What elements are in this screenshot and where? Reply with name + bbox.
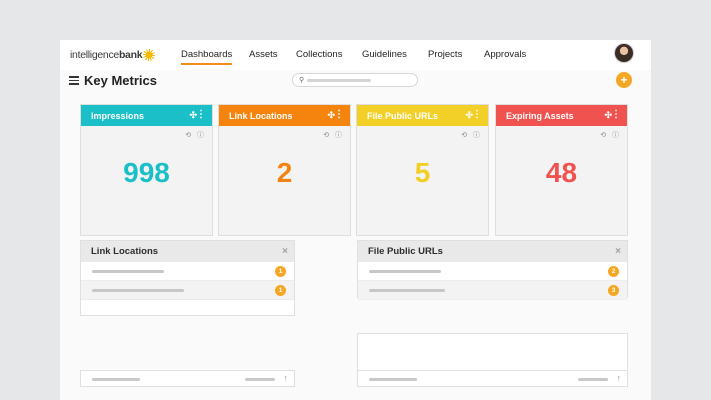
page-header: Key Metrics ⚲ + bbox=[60, 70, 651, 94]
count-badge: 2 bbox=[608, 266, 619, 277]
metric-card-file-public-urls: File Public URLs ✣ ⋮ ⟲ ⓘ 5 bbox=[356, 104, 489, 236]
search-icon: ⚲ bbox=[299, 77, 305, 84]
card-header: Link Locations ✣ ⋮ bbox=[219, 105, 350, 126]
list-item[interactable]: 2 bbox=[358, 262, 627, 281]
kebab-menu-icon[interactable]: ⋮ bbox=[611, 109, 621, 120]
card-value: 998 bbox=[123, 157, 170, 188]
card-value: 2 bbox=[276, 157, 293, 188]
search-placeholder bbox=[307, 79, 371, 82]
metric-card-expiring-assets: Expiring Assets ✣ ⋮ ⟲ ⓘ 48 bbox=[495, 104, 628, 236]
list-item[interactable]: 1 bbox=[81, 262, 294, 281]
search-input[interactable]: ⚲ bbox=[292, 73, 418, 87]
item-text-placeholder bbox=[369, 289, 445, 292]
metric-card-link-locations: Link Locations ✣ ⋮ ⟲ ⓘ 2 bbox=[218, 104, 351, 236]
panel-title: Link Locations bbox=[91, 246, 159, 257]
sun-logo-icon bbox=[143, 49, 156, 61]
list-item[interactable]: 3 bbox=[358, 281, 627, 300]
nav-item-collections[interactable]: Collections bbox=[296, 49, 342, 60]
metric-card-impressions: Impressions ✣ ⋮ ⟲ ⓘ 998 bbox=[80, 104, 213, 236]
brand-logo[interactable]: intelligence bank bbox=[70, 49, 156, 61]
card-title: Impressions bbox=[91, 110, 145, 121]
refresh-info-icons[interactable]: ⟲ ⓘ bbox=[461, 130, 482, 140]
card-value: 5 bbox=[414, 157, 431, 188]
panel-title: File Public URLs bbox=[368, 246, 443, 257]
item-text-placeholder bbox=[92, 270, 164, 273]
empty-panel bbox=[357, 333, 628, 373]
logo-text-bold: bank bbox=[118, 49, 143, 61]
hamburger-menu-icon[interactable] bbox=[69, 76, 79, 85]
arrow-up-icon[interactable]: ↑ bbox=[617, 373, 622, 383]
list-item[interactable]: 1 bbox=[81, 281, 294, 300]
footer-text-placeholder bbox=[92, 378, 140, 381]
panel-header: File Public URLs × bbox=[358, 241, 627, 262]
footer-text-placeholder bbox=[578, 378, 608, 381]
card-title: Expiring Assets bbox=[506, 110, 574, 121]
count-badge: 1 bbox=[275, 266, 286, 277]
card-title: Link Locations bbox=[229, 110, 293, 121]
card-title: File Public URLs bbox=[367, 110, 439, 121]
panel-header: Link Locations × bbox=[81, 241, 294, 262]
page-title: Key Metrics bbox=[84, 73, 157, 88]
card-header: Impressions ✣ ⋮ bbox=[81, 105, 212, 126]
footer-text-placeholder bbox=[245, 378, 275, 381]
card-header: Expiring Assets ✣ ⋮ bbox=[496, 105, 627, 126]
nav-item-assets[interactable]: Assets bbox=[249, 49, 278, 60]
arrow-up-icon[interactable]: ↑ bbox=[284, 373, 289, 383]
panel-link-locations: Link Locations × 1 1 bbox=[80, 240, 295, 316]
kebab-menu-icon[interactable]: ⋮ bbox=[334, 109, 344, 120]
count-badge: 1 bbox=[275, 285, 286, 296]
kebab-menu-icon[interactable]: ⋮ bbox=[472, 109, 482, 120]
nav-item-approvals[interactable]: Approvals bbox=[484, 49, 526, 60]
nav-item-dashboards[interactable]: Dashboards bbox=[181, 49, 233, 65]
refresh-info-icons[interactable]: ⟲ ⓘ bbox=[185, 130, 206, 140]
user-avatar[interactable] bbox=[614, 43, 634, 63]
count-badge: 3 bbox=[608, 285, 619, 296]
card-value: 48 bbox=[545, 157, 578, 188]
top-navigation: intelligence bank Dashboards Assets Colle… bbox=[60, 40, 651, 70]
panel-footer: ↑ bbox=[357, 370, 628, 387]
item-text-placeholder bbox=[92, 289, 184, 292]
close-icon[interactable]: × bbox=[615, 246, 621, 257]
card-header: File Public URLs ✣ ⋮ bbox=[357, 105, 488, 126]
logo-text: intelligence bbox=[70, 49, 119, 61]
panel-file-public-urls: File Public URLs × 2 3 bbox=[357, 240, 628, 300]
refresh-info-icons[interactable]: ⟲ ⓘ bbox=[600, 130, 621, 140]
add-widget-button[interactable]: + bbox=[616, 72, 632, 88]
refresh-info-icons[interactable]: ⟲ ⓘ bbox=[323, 130, 344, 140]
app-window: intelligence bank Dashboards Assets Colle… bbox=[60, 40, 651, 400]
nav-item-projects[interactable]: Projects bbox=[428, 49, 462, 60]
kebab-menu-icon[interactable]: ⋮ bbox=[196, 109, 206, 120]
item-text-placeholder bbox=[369, 270, 441, 273]
footer-text-placeholder bbox=[369, 378, 417, 381]
nav-item-guidelines[interactable]: Guidelines bbox=[362, 49, 407, 60]
close-icon[interactable]: × bbox=[282, 246, 288, 257]
panel-footer: ↑ bbox=[80, 370, 295, 387]
